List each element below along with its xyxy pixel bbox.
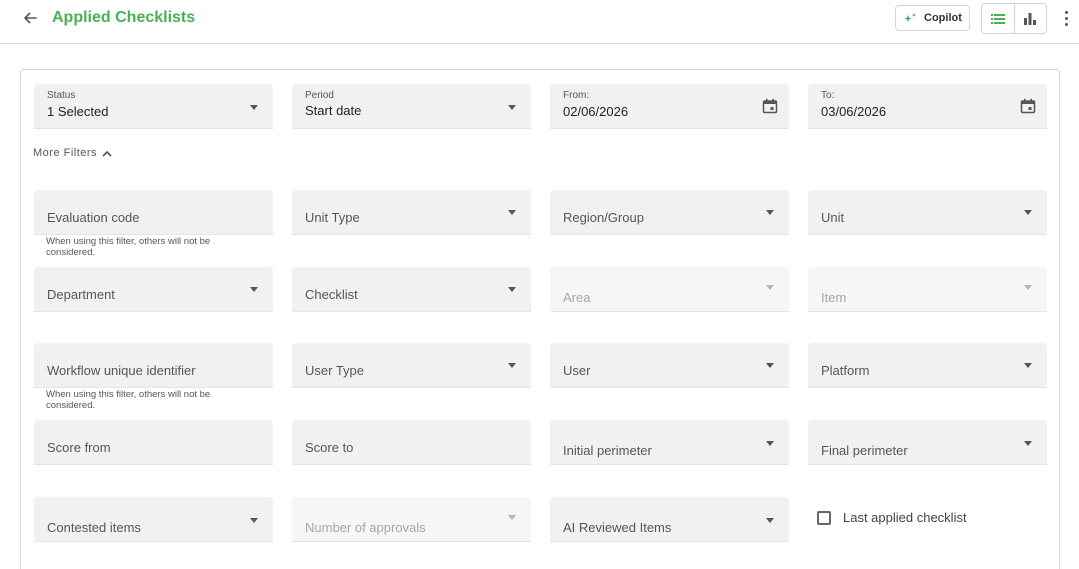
more-filters-toggle[interactable]: More Filters [33,147,112,159]
region-group-label: Region/Group [563,210,644,225]
chevron-down-icon [250,518,258,523]
more-vertical-icon[interactable] [1058,8,1074,28]
status-value: 1 Selected [47,104,109,119]
workflow-id-input[interactable]: Workflow unique identifier [34,343,273,388]
page-title: Applied Checklists [52,9,196,26]
ai-reviewed-items-label: AI Reviewed Items [563,520,672,535]
chevron-down-icon [508,287,516,292]
period-select[interactable]: Period Start date [292,84,531,129]
chevron-down-icon [766,210,774,215]
initial-perimeter-label: Initial perimeter [563,443,652,458]
final-perimeter-select[interactable]: Final perimeter [808,420,1047,465]
chevron-up-icon [102,150,112,157]
copilot-button[interactable]: Copilot [895,5,970,31]
chevron-down-icon [508,363,516,368]
copilot-label: Copilot [924,12,962,24]
chevron-down-icon [508,515,516,520]
calendar-icon[interactable] [1020,98,1036,114]
last-applied-checklist-checkbox[interactable] [817,510,831,525]
chevron-down-icon [766,363,774,368]
final-perimeter-label: Final perimeter [821,443,908,458]
to-value: 03/06/2026 [821,104,887,119]
region-group-select[interactable]: Region/Group [550,190,789,235]
status-label: Status [47,90,76,101]
chevron-down-icon [250,105,258,110]
ai-reviewed-items-select[interactable]: AI Reviewed Items [550,497,789,542]
user-type-label: User Type [305,363,365,378]
evaluation-code-label: Evaluation code [47,210,140,225]
chevron-down-icon [508,210,516,215]
checklist-select[interactable]: Checklist [292,267,531,312]
arrow-left-icon [24,12,37,24]
list-icon [990,13,1005,24]
chevron-down-icon [1024,210,1032,215]
contested-items-select[interactable]: Contested items [34,497,273,542]
platform-label: Platform [821,363,870,378]
from-value: 02/06/2026 [563,104,629,119]
from-label: From: [563,90,590,101]
area-select: Area [550,267,789,312]
department-select[interactable]: Department [34,267,273,312]
platform-select[interactable]: Platform [808,343,1047,388]
evaluation-code-helper: When using this filter, others will not … [46,236,211,258]
unit-type-select[interactable]: Unit Type [292,190,531,235]
more-filters-label: More Filters [33,147,98,159]
item-select: Item [808,267,1047,312]
chevron-down-icon [1024,441,1032,446]
chevron-down-icon [508,105,516,110]
filters-card [20,69,1060,569]
view-toggle [981,3,1047,34]
score-from-label: Score from [47,440,111,455]
evaluation-code-input[interactable]: Evaluation code [34,190,273,235]
chevron-down-icon [1024,363,1032,368]
to-date-field[interactable]: To: 03/06/2026 [808,84,1047,129]
from-date-field[interactable]: From: 02/06/2026 [550,84,789,129]
bar-chart-icon [1024,12,1037,25]
period-value: Start date [305,103,362,118]
chevron-down-icon [1024,285,1032,290]
to-label: To: [821,90,835,101]
number-of-approvals-select: Number of approvals [292,497,531,542]
contested-items-label: Contested items [47,520,141,535]
unit-label: Unit [821,210,845,225]
chevron-down-icon [766,441,774,446]
status-select[interactable]: Status 1 Selected [34,84,273,129]
score-from-input[interactable]: Score from [34,420,273,465]
period-label: Period [305,90,334,101]
sparkle-icon [904,13,916,22]
unit-type-label: Unit Type [305,210,360,225]
last-applied-checklist-label: Last applied checklist [843,510,967,525]
chevron-down-icon [250,287,258,292]
calendar-icon[interactable] [762,98,778,114]
workflow-id-helper: When using this filter, others will not … [46,389,211,411]
top-bar: Applied Checklists Copilot [0,0,1079,44]
user-type-select[interactable]: User Type [292,343,531,388]
chart-view-button[interactable] [1013,4,1047,33]
number-of-approvals-label: Number of approvals [305,520,426,535]
user-label: User [563,363,591,378]
chevron-down-icon [766,518,774,523]
unit-select[interactable]: Unit [808,190,1047,235]
department-label: Department [47,287,115,302]
score-to-label: Score to [305,440,354,455]
checklist-label: Checklist [305,287,358,302]
workflow-id-label: Workflow unique identifier [47,363,196,378]
last-applied-checklist-option[interactable]: Last applied checklist [817,510,967,525]
area-label: Area [563,290,591,305]
item-label: Item [821,290,847,305]
chevron-down-icon [766,285,774,290]
score-to-input[interactable]: Score to [292,420,531,465]
list-view-button[interactable] [982,4,1014,33]
back-button[interactable] [18,6,42,30]
initial-perimeter-select[interactable]: Initial perimeter [550,420,789,465]
user-select[interactable]: User [550,343,789,388]
